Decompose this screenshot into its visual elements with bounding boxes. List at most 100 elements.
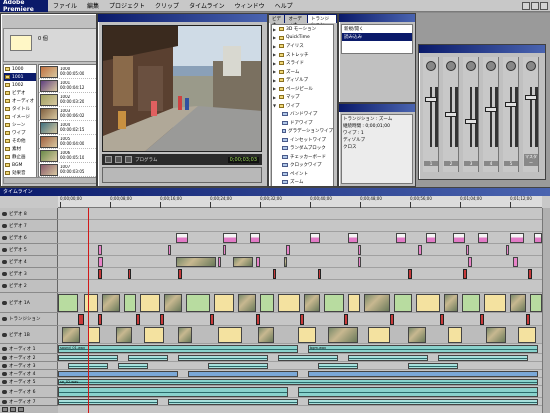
timeline-clip[interactable] <box>178 269 182 279</box>
expand-triangle-icon[interactable]: ▶ <box>273 52 277 57</box>
expand-triangle-icon[interactable]: ▼ <box>273 103 277 108</box>
timeline-clip[interactable] <box>278 294 300 312</box>
timeline-clip[interactable] <box>78 314 84 325</box>
timeline-clip[interactable] <box>98 257 103 267</box>
effect-folder[interactable]: ▶ マップ <box>272 93 333 102</box>
effect-item[interactable]: インセットワイプ <box>272 136 333 145</box>
timeline-clip[interactable] <box>84 294 98 312</box>
bin-item[interactable]: 1001 <box>4 73 36 81</box>
stop-button[interactable] <box>115 156 122 163</box>
track-header[interactable]: オーディオ 1 <box>0 344 58 354</box>
visibility-icon[interactable] <box>2 284 7 288</box>
track-header[interactable]: ビデオ 6 <box>0 232 58 244</box>
timeline-clip[interactable] <box>304 294 320 312</box>
timeline-clip[interactable] <box>510 233 524 243</box>
expand-triangle-icon[interactable]: ▶ <box>273 69 277 74</box>
volume-fader[interactable] <box>485 107 497 112</box>
timeline-clip[interactable] <box>116 327 132 343</box>
expand-triangle-icon[interactable]: ▶ <box>273 86 277 91</box>
bin-item[interactable]: ワイプ <box>4 129 36 137</box>
timeline-ruler[interactable]: 0;00;00;00 0;00;08;00 0;00;16;00 0;00;24;00… <box>58 196 542 208</box>
timeline-clip[interactable] <box>534 233 542 243</box>
track-header[interactable]: ビデオ 7 <box>0 220 58 232</box>
timeline-clip[interactable] <box>308 399 538 405</box>
expand-triangle-icon[interactable]: ▶ <box>273 78 277 83</box>
timeline-clip[interactable] <box>348 294 360 312</box>
clip-item[interactable]: 1000 00:00:05:00 <box>39 65 96 79</box>
effect-folder[interactable]: ▶ 3D モーション <box>272 25 333 34</box>
track-header[interactable]: ビデオ 4 <box>0 256 58 268</box>
timeline-clip[interactable] <box>124 294 136 312</box>
pan-knob[interactable] <box>526 61 536 71</box>
timeline-clip[interactable] <box>258 327 274 343</box>
volume-fader[interactable] <box>525 95 537 100</box>
timeline-clip[interactable] <box>453 233 465 243</box>
bin-item[interactable]: BGM <box>4 161 36 169</box>
timeline-scrollbar[interactable] <box>542 208 550 413</box>
effect-item[interactable]: ペイント <box>272 170 333 179</box>
timeline-clip[interactable] <box>444 294 458 312</box>
expand-triangle-icon[interactable]: ▶ <box>273 44 277 49</box>
timeline-clip[interactable] <box>164 294 182 312</box>
visibility-icon[interactable] <box>2 211 7 216</box>
timeline-clip[interactable] <box>178 355 268 361</box>
timeline-clip[interactable] <box>98 245 102 255</box>
timeline-clip[interactable]: sound_01.wav <box>58 345 298 353</box>
bin-item[interactable]: 素材 <box>4 145 36 153</box>
menu-item[interactable]: ヘルプ <box>270 1 298 10</box>
timeline-clip[interactable] <box>168 399 298 405</box>
timeline-clip[interactable] <box>273 269 276 279</box>
bin-list[interactable]: 1000 1001 1002 ビデオ オーディオ タイトル イメージ シーン ワイプ その他 素材静… <box>3 64 37 184</box>
bin-item[interactable]: 静止画 <box>4 153 36 161</box>
volume-fader[interactable] <box>445 112 457 117</box>
expand-triangle-icon[interactable]: ▶ <box>273 61 277 66</box>
timeline-clip[interactable] <box>438 355 528 361</box>
playhead[interactable] <box>88 208 89 413</box>
history-item[interactable]: 新規/開く <box>342 25 412 33</box>
track-header[interactable]: オーディオ 2 <box>0 354 58 362</box>
expand-triangle-icon[interactable]: ▶ <box>273 95 277 100</box>
timeline-clip[interactable] <box>348 355 428 361</box>
visibility-icon[interactable] <box>2 317 7 321</box>
effect-folder[interactable]: ▶ ディゾルブ <box>272 76 333 85</box>
tab-2[interactable]: トランジション <box>307 15 336 28</box>
timeline-clip[interactable] <box>486 327 506 343</box>
timeline-clip[interactable] <box>368 327 390 343</box>
bin-item[interactable]: ビデオ <box>4 89 36 97</box>
monitor-scrub[interactable] <box>102 167 262 183</box>
timeline-clip[interactable] <box>98 314 102 325</box>
pan-knob[interactable] <box>506 61 516 71</box>
timeline-clip[interactable] <box>102 294 120 312</box>
visibility-icon[interactable] <box>2 247 7 252</box>
pan-knob[interactable] <box>446 61 456 71</box>
timeline-clip[interactable] <box>250 233 260 243</box>
timeline-clip[interactable] <box>484 294 506 312</box>
timeline-clip[interactable] <box>394 294 412 312</box>
timeline-clip[interactable] <box>176 257 216 267</box>
track-header[interactable]: オーディオ 6 <box>0 386 58 398</box>
timeline-clip[interactable] <box>298 387 538 397</box>
effect-item[interactable]: ドアワイプ <box>272 119 333 128</box>
timeline-clip[interactable] <box>463 269 467 279</box>
effect-item[interactable]: ランダムブロック <box>272 144 333 153</box>
menu-item[interactable]: 編集 <box>82 1 104 10</box>
timeline-clip[interactable] <box>480 314 484 325</box>
effect-item[interactable]: クロックワイプ <box>272 161 333 170</box>
visibility-icon[interactable] <box>2 389 7 394</box>
expand-triangle-icon[interactable]: ▶ <box>273 35 277 40</box>
timeline-clip[interactable] <box>310 233 320 243</box>
timeline-clip[interactable] <box>358 245 361 255</box>
timeline-clip[interactable] <box>128 269 131 279</box>
effect-folder[interactable]: ▶ QuickTime <box>272 34 333 43</box>
timeline-clip[interactable] <box>358 257 361 267</box>
timeline-clip[interactable] <box>416 294 440 312</box>
timeline-clip[interactable] <box>364 294 390 312</box>
timeline-clip[interactable] <box>58 387 288 397</box>
effect-folder[interactable]: ▶ ページピール <box>272 85 333 94</box>
timeline-clip[interactable] <box>218 257 221 267</box>
timeline-clip[interactable] <box>318 269 321 279</box>
visibility-icon[interactable] <box>2 379 7 384</box>
clip-item[interactable]: 1003 00:00:06:02 <box>39 107 96 121</box>
timeline-clip[interactable] <box>408 327 426 343</box>
timeline-clip[interactable] <box>348 233 358 243</box>
